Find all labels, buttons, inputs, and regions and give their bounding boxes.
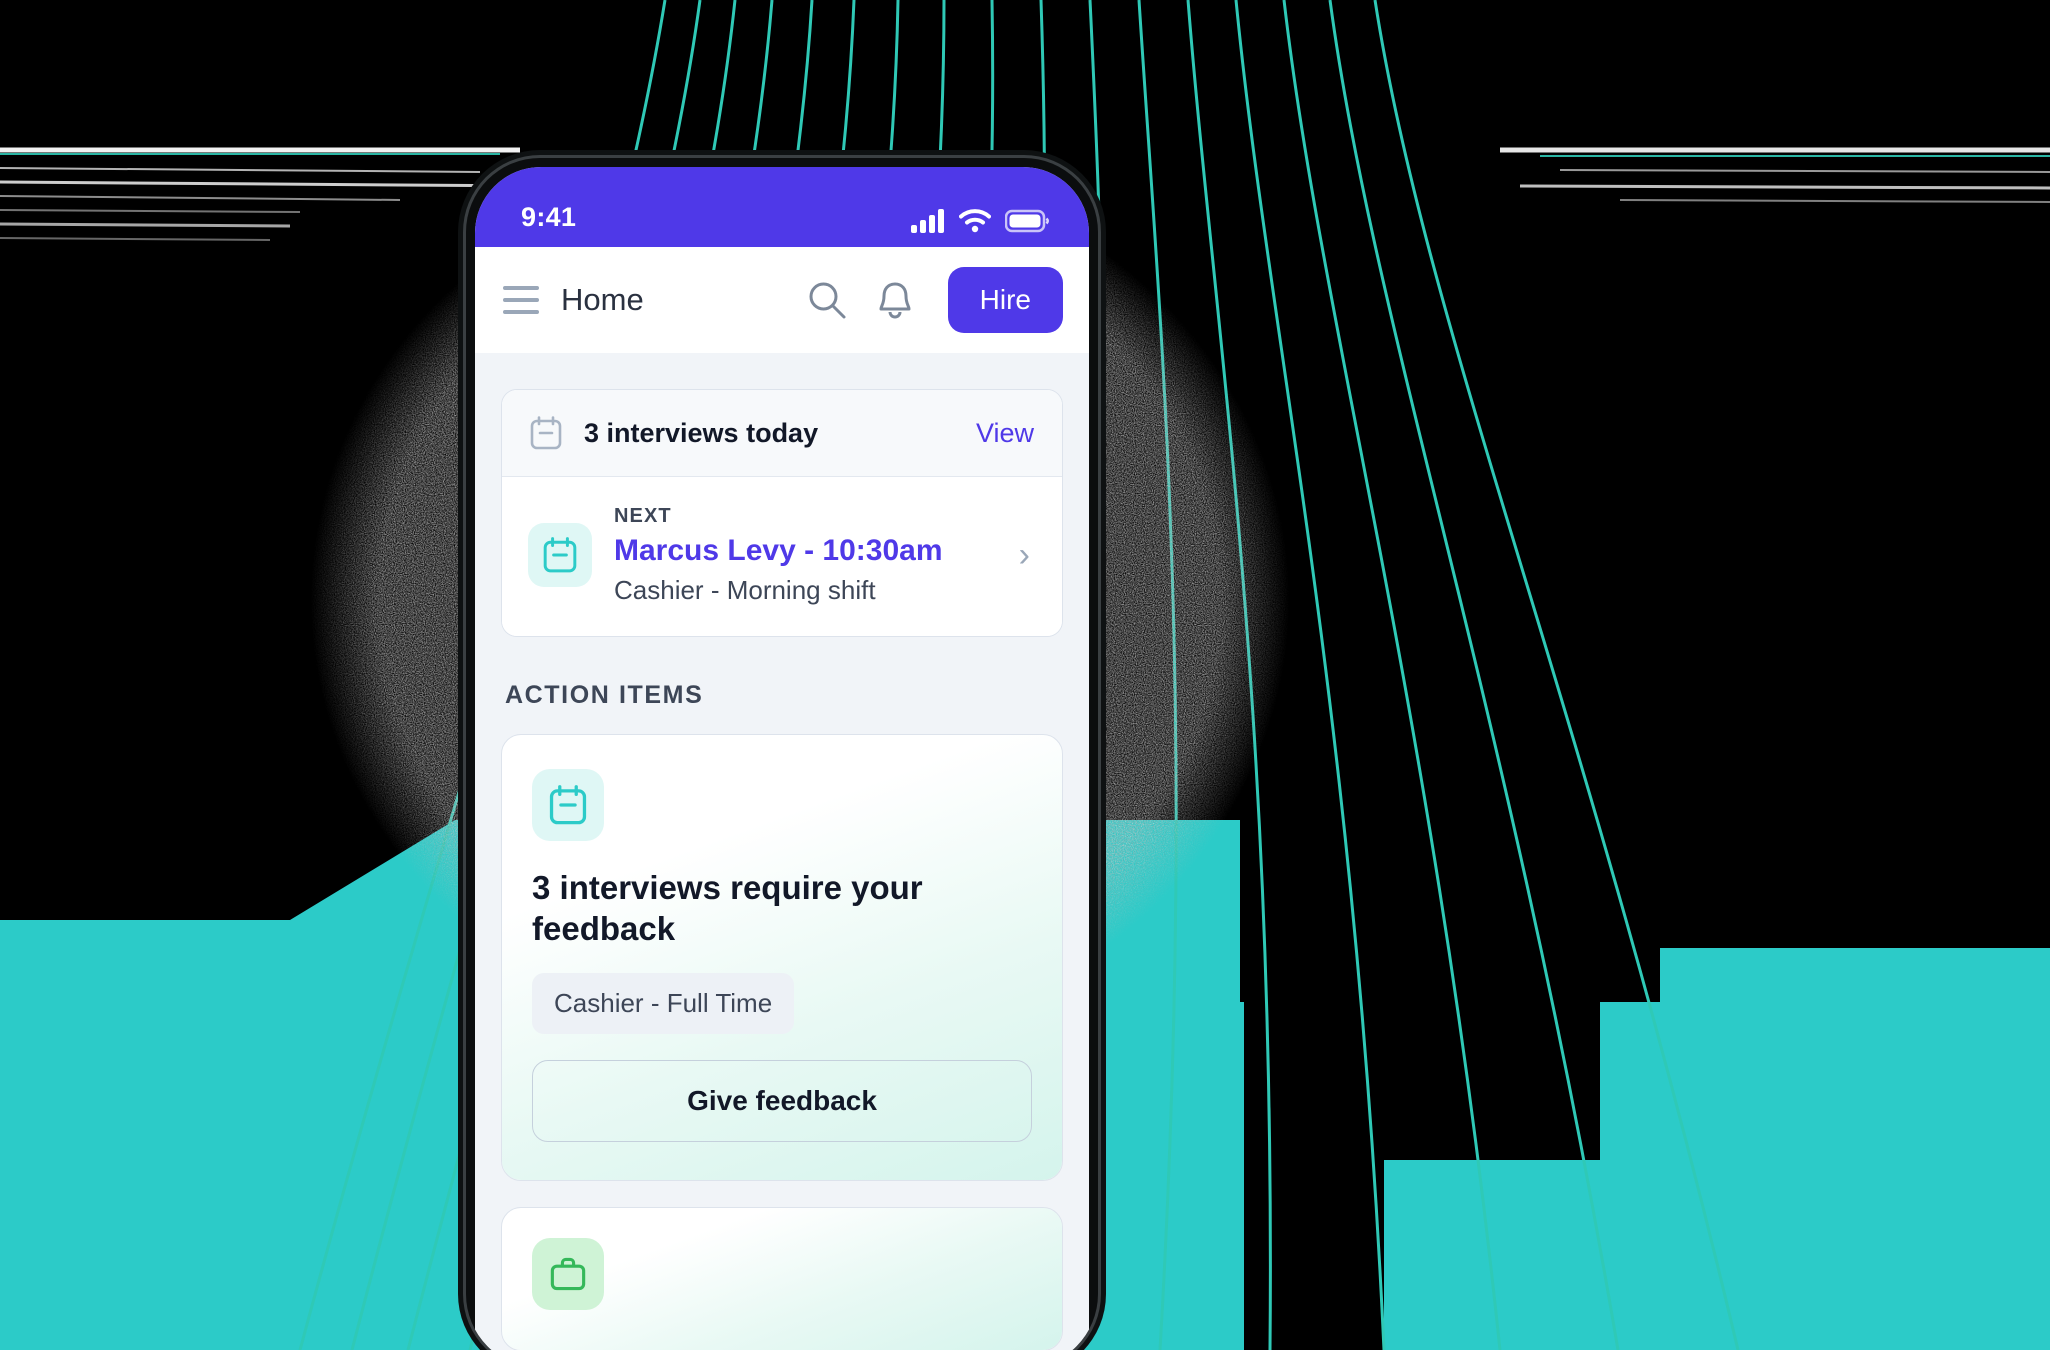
action-item-card-secondary [501,1207,1063,1350]
search-icon[interactable] [804,277,850,323]
calendar-icon-tile [532,768,604,841]
page-title: Home [561,282,644,317]
calendar-icon-tile [528,523,592,588]
status-bar-clock: 9:41 [521,202,577,232]
phone-screen: 9:41 Home Hire 3 interviews today View N… [475,167,1089,1350]
briefcase-icon-tile [532,1238,604,1310]
main-content: 3 interviews today View NEXT Marcus Levy… [475,353,1089,1350]
status-bar: 9:41 [475,167,1089,247]
background-black-rect [1240,812,1660,1002]
next-candidate-name: Marcus Levy - 10:30am [614,534,943,567]
action-item-chip: Cashier - Full Time [532,973,795,1034]
phone-device: 9:41 Home Hire 3 interviews today View N… [466,158,1098,1350]
next-role-shift: Cashier - Morning shift [614,574,876,605]
calendar-icon [549,784,587,824]
navigation-bar: Home Hire [475,247,1089,353]
give-feedback-button[interactable]: Give feedback [532,1060,1032,1142]
interviews-card: 3 interviews today View NEXT Marcus Levy… [501,389,1063,637]
wifi-icon [959,209,991,233]
action-item-card-feedback: 3 interviews require your feedback Cashi… [501,733,1063,1181]
next-interview-text: NEXT Marcus Levy - 10:30am Cashier - Mor… [614,505,997,606]
status-bar-icons [911,209,1049,233]
action-item-title: 3 interviews require your feedback [532,868,923,947]
action-items-heading: ACTION ITEMS [505,680,704,709]
chevron-right-icon[interactable]: › [1019,536,1038,575]
interviews-card-header: 3 interviews today View [502,390,1062,477]
view-link[interactable]: View [976,418,1034,449]
hire-button[interactable]: Hire [947,267,1063,333]
next-label: NEXT [614,505,672,527]
hamburger-menu-icon[interactable] [503,286,539,314]
next-interview-row[interactable]: NEXT Marcus Levy - 10:30am Cashier - Mor… [502,477,1062,636]
interviews-card-title: 3 interviews today [584,417,819,448]
screenshot-root: 9:41 Home Hire 3 interviews today View N… [0,0,2050,1350]
bell-icon[interactable] [872,277,918,323]
battery-icon [1005,209,1049,233]
cellular-signal-icon [911,209,944,233]
calendar-icon [530,416,562,450]
calendar-icon [543,537,577,573]
briefcase-icon [550,1257,586,1291]
